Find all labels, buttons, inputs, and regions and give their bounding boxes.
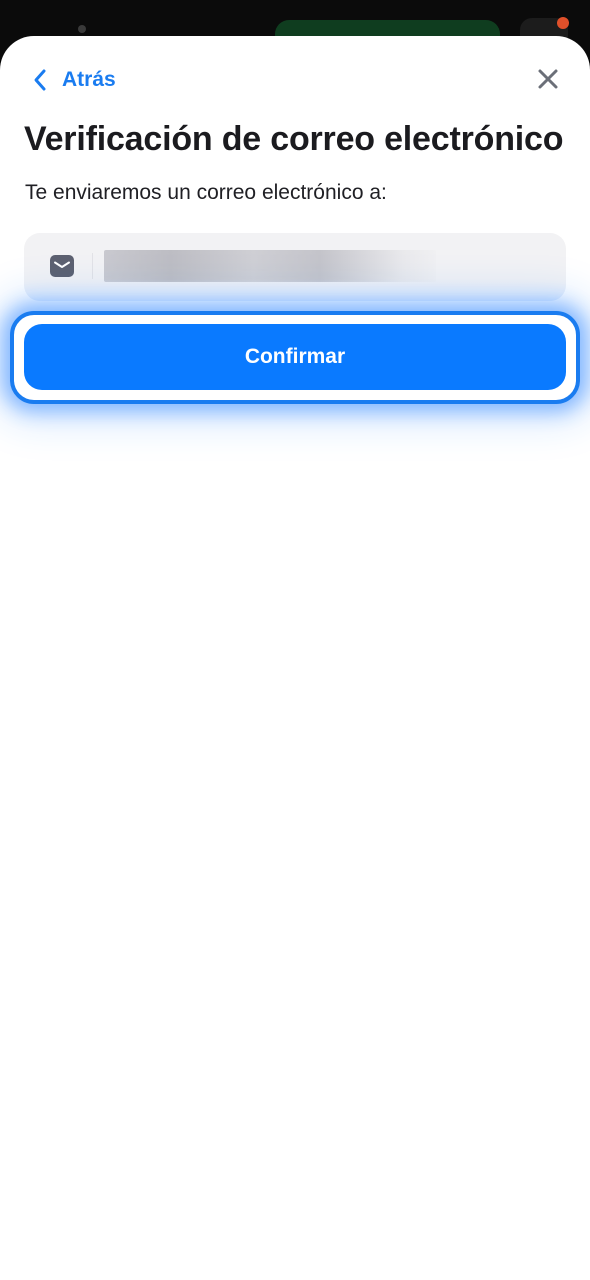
- email-verification-sheet: Atrás Verificación de correo electrónico…: [0, 36, 590, 1280]
- page-subtitle: Te enviaremos un correo electrónico a:: [25, 181, 387, 204]
- email-field[interactable]: [24, 233, 566, 301]
- field-glow-overlay: [24, 279, 566, 301]
- confirm-button[interactable]: Confirmar: [24, 324, 566, 390]
- notification-badge: [557, 17, 569, 29]
- page-title: Verificación de correo electrónico: [24, 120, 564, 158]
- back-button[interactable]: Atrás: [32, 64, 116, 96]
- back-label: Atrás: [62, 68, 116, 91]
- chevron-left-icon: [34, 69, 46, 91]
- close-icon: [538, 69, 558, 89]
- close-button[interactable]: [533, 64, 563, 94]
- email-value-redacted: [104, 250, 436, 282]
- field-separator: [92, 253, 93, 279]
- mail-icon: [50, 255, 74, 277]
- status-dot: [78, 25, 86, 33]
